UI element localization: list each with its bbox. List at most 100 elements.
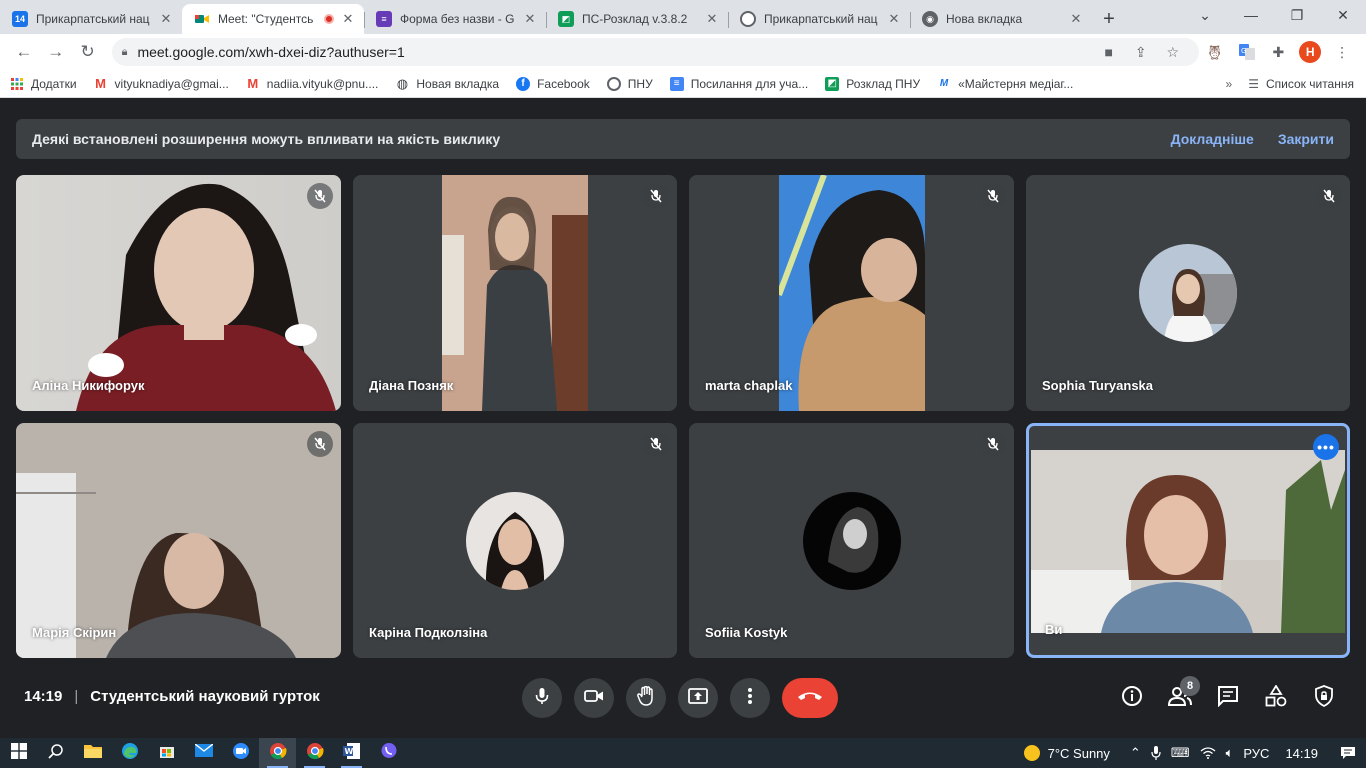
more-options-button[interactable]	[730, 678, 770, 718]
bookmark-pnu[interactable]: ПНУ	[606, 76, 653, 91]
back-icon[interactable]: ←	[8, 38, 40, 66]
meeting-details-button[interactable]	[1116, 682, 1148, 714]
participant-tile[interactable]: marta chaplak	[689, 175, 1014, 411]
tab-title: Форма без назви - G	[400, 12, 515, 26]
close-icon[interactable]: ✕	[522, 11, 538, 27]
profile-button[interactable]: H	[1294, 38, 1326, 66]
camera-status-icon[interactable]: ■	[1093, 44, 1125, 60]
bookmark-schedule[interactable]: ◩ Розклад ПНУ	[825, 76, 920, 91]
tab-title: Прикарпатський нац	[764, 12, 878, 26]
raise-hand-button[interactable]	[626, 678, 666, 718]
tab-title: Нова вкладка	[946, 12, 1023, 26]
participant-tile[interactable]: Sophia Turyanska	[1026, 175, 1350, 411]
dismiss-notice-button[interactable]: Закрити	[1278, 131, 1334, 147]
reading-list-button[interactable]: Список читання	[1266, 77, 1354, 91]
taskbar-word[interactable]: W	[333, 738, 370, 768]
taskbar-clock[interactable]: 14:19	[1285, 746, 1318, 761]
taskbar-store[interactable]	[148, 738, 185, 768]
reload-icon[interactable]: ↻	[72, 38, 104, 66]
microphone-tray-icon[interactable]	[1151, 746, 1161, 760]
language-indicator[interactable]: РУС	[1243, 746, 1269, 761]
wifi-icon[interactable]	[1200, 747, 1216, 759]
volume-icon[interactable]: 🔈︎	[1226, 745, 1234, 761]
chevron-up-icon[interactable]: ⌃	[1130, 745, 1141, 761]
search-button[interactable]	[37, 738, 74, 768]
taskbar-chrome-2[interactable]	[296, 738, 333, 768]
self-tile[interactable]: ••• Ви	[1026, 423, 1350, 658]
translate-extension-icon[interactable]: G	[1231, 38, 1263, 66]
bookmark-star-icon[interactable]: ☆	[1157, 44, 1189, 61]
weather-text: 7°C Sunny	[1047, 745, 1110, 761]
learn-more-link[interactable]: Докладніше	[1171, 131, 1254, 147]
bookmark-mediaglobe[interactable]: M «Майстерня медіаг...	[937, 77, 1073, 91]
reading-list-icon[interactable]: ☰	[1248, 77, 1259, 91]
camera-toggle-button[interactable]	[574, 678, 614, 718]
participant-count-badge: 8	[1180, 676, 1200, 696]
forward-icon[interactable]: →	[40, 38, 72, 66]
close-icon[interactable]: ✕	[340, 11, 356, 27]
zoom-icon	[232, 742, 250, 765]
menu-kebab-icon[interactable]: ⋮	[1326, 38, 1358, 66]
close-icon[interactable]: ✕	[886, 11, 902, 27]
leave-call-button[interactable]	[782, 678, 838, 718]
bookmark-new-tab[interactable]: ◍ Новая вкладка	[395, 76, 499, 91]
chat-button[interactable]	[1212, 682, 1244, 714]
activities-button[interactable]	[1260, 682, 1292, 714]
tab-calendar[interactable]: 14 Прикарпатський нац ✕	[0, 4, 182, 34]
minimize-icon[interactable]: —	[1228, 0, 1274, 30]
browser-tab-strip: 14 Прикарпатський нац ✕ Meet: "Студентсь…	[0, 0, 1366, 34]
present-screen-button[interactable]	[678, 678, 718, 718]
more-options-icon[interactable]: •••	[1313, 434, 1339, 460]
weather-widget[interactable]: 7°C Sunny	[1023, 745, 1120, 761]
participant-tile[interactable]: Марія Скірин	[16, 423, 341, 658]
taskbar-explorer[interactable]	[74, 738, 111, 768]
keyboard-icon[interactable]: ⌨︎	[1171, 745, 1190, 761]
close-icon[interactable]: ✕	[158, 11, 174, 27]
tab-search-icon[interactable]: ⌄	[1182, 0, 1228, 30]
taskbar-edge[interactable]	[111, 738, 148, 768]
restore-icon[interactable]: ❐	[1274, 0, 1320, 30]
bookmark-gmail-2[interactable]: M nadiia.vityuk@pnu....	[246, 76, 378, 91]
participant-tile[interactable]: Каріна Подколзіна	[353, 423, 677, 658]
participant-tile[interactable]: Sofiia Kostyk	[689, 423, 1014, 658]
bookmark-gmail-1[interactable]: M vityuknadiya@gmai...	[94, 76, 229, 91]
hand-icon	[637, 685, 655, 711]
bookmark-facebook[interactable]: f Facebook	[516, 76, 590, 91]
tab-meet[interactable]: Meet: "Студентсь ✕	[182, 4, 364, 34]
participant-tile[interactable]: Діана Позняк	[353, 175, 677, 411]
tab-new-tab[interactable]: ◉ Нова вкладка ✕	[910, 4, 1092, 34]
participant-video	[16, 423, 341, 658]
start-button[interactable]	[0, 738, 37, 768]
host-controls-button[interactable]	[1308, 682, 1340, 714]
taskbar-chrome[interactable]	[259, 738, 296, 768]
tab-university[interactable]: Прикарпатський нац ✕	[728, 4, 910, 34]
owl-extension-icon[interactable]: 🦉︎	[1199, 38, 1231, 66]
participant-name: Каріна Подколзіна	[369, 625, 488, 640]
new-tab-button[interactable]: +	[1092, 4, 1126, 34]
lock-icon[interactable]: 🔒︎	[122, 46, 128, 59]
notifications-icon[interactable]	[1340, 746, 1356, 760]
window-close-icon[interactable]: ✕	[1320, 0, 1366, 30]
mic-off-icon	[980, 431, 1006, 457]
address-bar[interactable]: 🔒︎ meet.google.com/xwh-dxei-diz?authuser…	[111, 38, 1199, 66]
taskbar-mail[interactable]	[185, 738, 222, 768]
taskbar-zoom[interactable]	[222, 738, 259, 768]
close-icon[interactable]: ✕	[1068, 11, 1084, 27]
tab-schedule[interactable]: ◩ ПС-Розклад v.3.8.2 ✕	[546, 4, 728, 34]
sun-icon	[1023, 745, 1040, 761]
extensions-puzzle-icon[interactable]: ✚	[1262, 38, 1294, 66]
bookmark-apps[interactable]: Додатки	[10, 77, 77, 91]
chevron-right-icon[interactable]: »	[1226, 77, 1233, 91]
browser-toolbar: ← → ↻ 🔒︎ meet.google.com/xwh-dxei-diz?au…	[0, 34, 1366, 70]
tab-forms[interactable]: ≡ Форма без назви - G ✕	[364, 4, 546, 34]
close-icon[interactable]: ✕	[704, 11, 720, 27]
extensions-notice: Деякі встановлені розширення можуть впли…	[16, 119, 1350, 159]
bookmark-docs[interactable]: ≡ Посилання для уча...	[669, 76, 808, 91]
taskbar-viber[interactable]	[370, 738, 407, 768]
share-icon[interactable]: ⇪	[1125, 44, 1157, 61]
people-button[interactable]: 8	[1164, 676, 1200, 714]
mic-toggle-button[interactable]	[522, 678, 562, 718]
tab-title: Прикарпатський нац	[36, 12, 150, 26]
participant-tile[interactable]: Аліна Никифорук	[16, 175, 341, 411]
windows-taskbar: W 7°C Sunny ⌃ ⌨︎ 🔈︎ РУС 14:19	[0, 738, 1366, 768]
